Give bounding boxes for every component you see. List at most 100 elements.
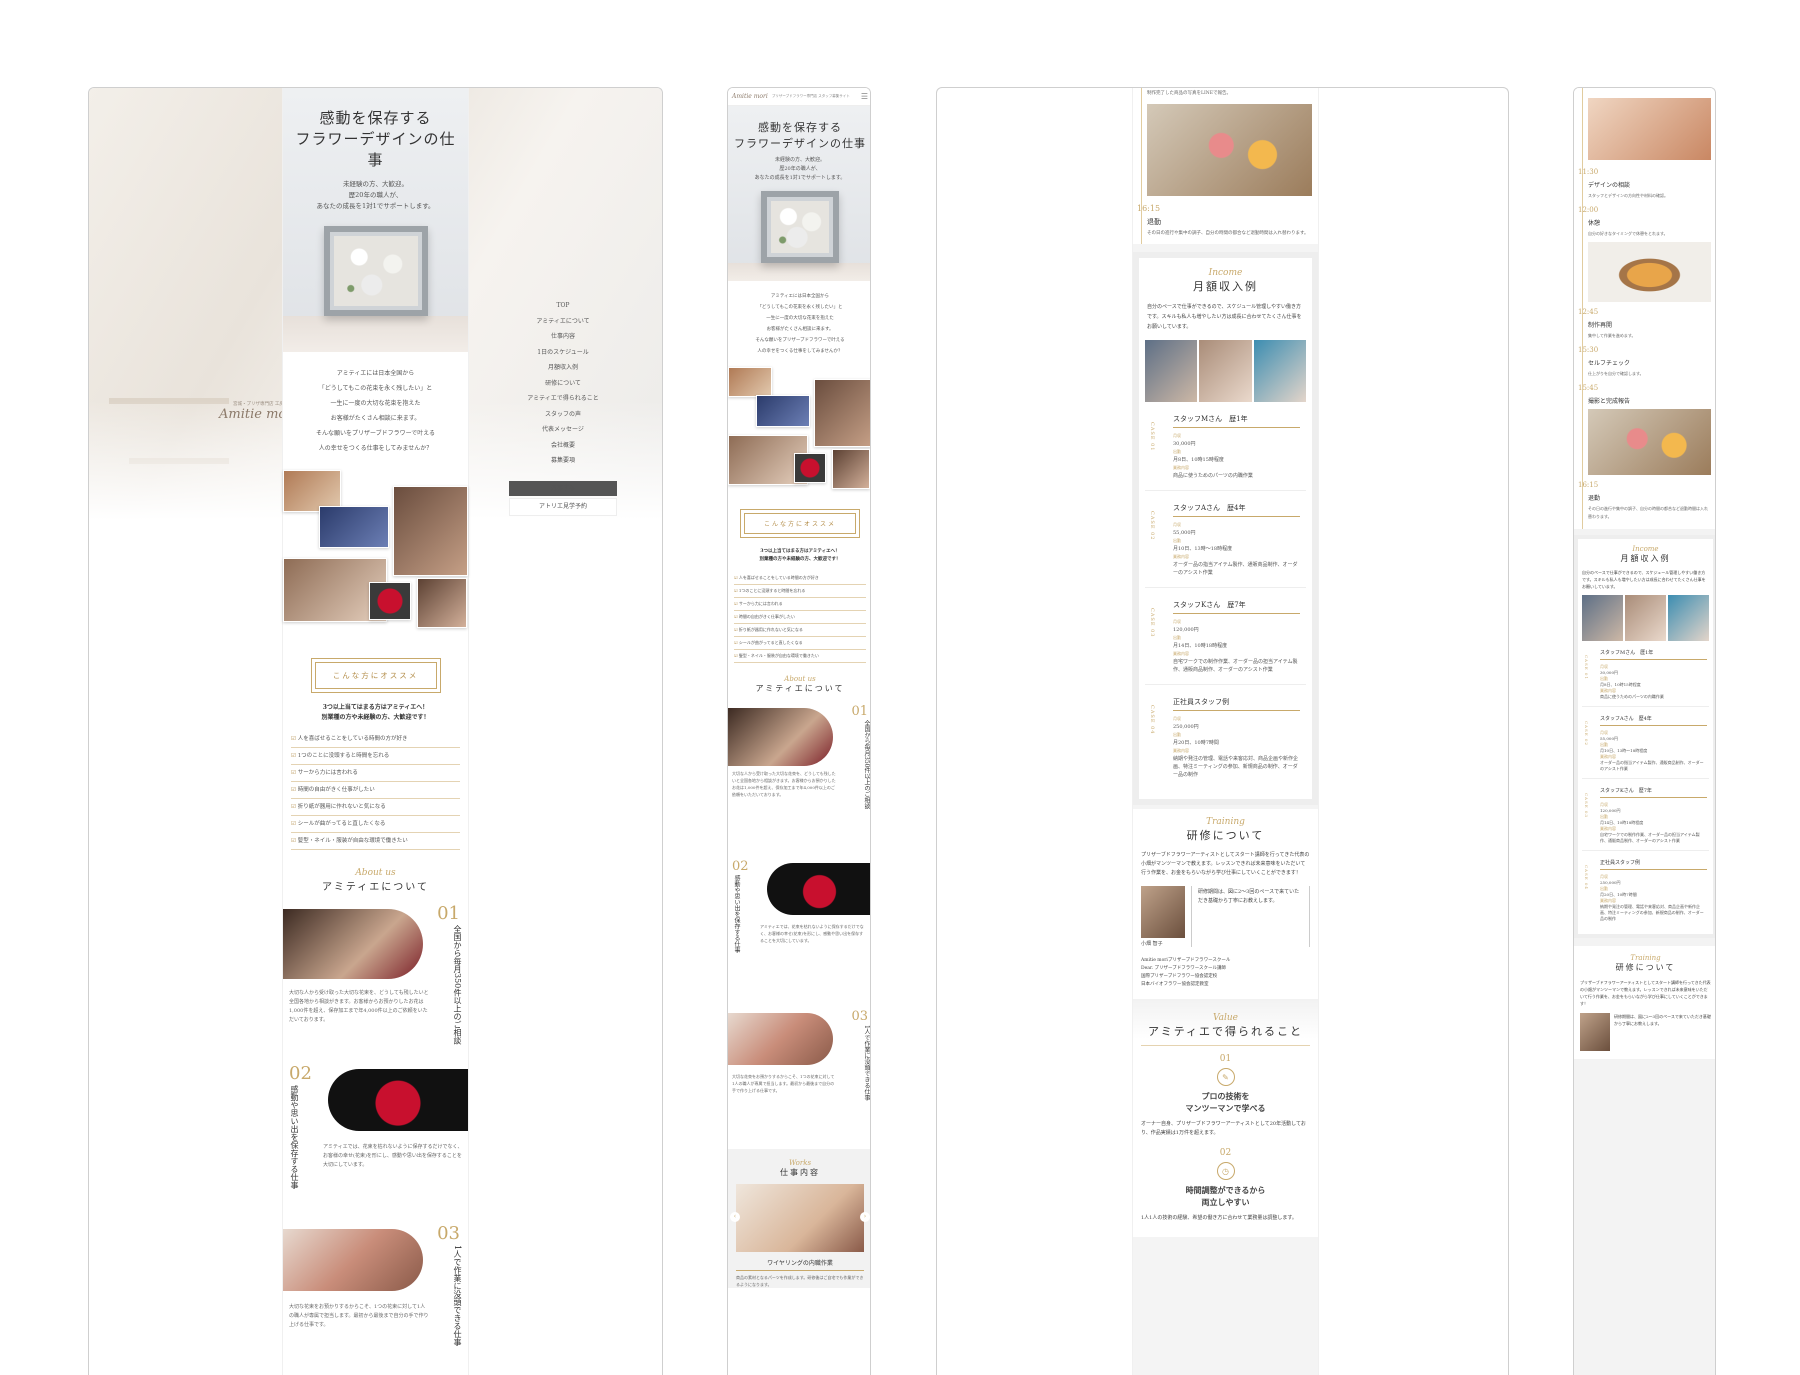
income-case: CASE 02 スタッフAさん 歴4年 月収 55,000円 出勤 月10日、13時… xyxy=(1582,707,1709,779)
schedule-photo xyxy=(1588,409,1711,475)
income-case: CASE 03 スタッフKさん 歴7年 月収 120,000円 出勤 月14日、10… xyxy=(1145,588,1306,685)
nav-item-company[interactable]: 会社概要 xyxy=(509,438,617,454)
value-section: Value アミティエで得られること 01 ✎ プロの技術を マンツーマンで学べる… xyxy=(1133,999,1318,1237)
nav-item-value[interactable]: アミティエで得られること xyxy=(509,391,617,407)
checklist-item: 折り紙が器用に作れないと気になる xyxy=(291,799,460,816)
slider-next-icon[interactable]: › xyxy=(860,1212,870,1222)
collage-photo xyxy=(319,506,389,548)
collage-photo xyxy=(393,486,468,576)
training-section: Training 研修について プリザーブドフラワーアーティストとしてスタート講… xyxy=(1133,809,1318,999)
hero-subtitle: 未経験の方、大歓迎。 歴20年の職人が、 あなたの成長を1対1でサポートします。 xyxy=(316,180,435,210)
mobile-header: Amitie mori プリザーブドフラワー専門店 スタッフ募集サイト ☰ xyxy=(728,88,870,106)
hero-table-surface xyxy=(283,316,468,352)
works-item-text: 商品の素材となるパーツを作成します。研修後はご自宅でも作業ができるようになります… xyxy=(736,1275,864,1287)
checklist-item: 時間の自由がきく仕事がしたい xyxy=(291,782,460,799)
nav-item-voice[interactable]: スタッフの声 xyxy=(509,407,617,423)
slider-prev-icon[interactable]: ‹ xyxy=(730,1212,740,1222)
recommend-lead: 3つ以上当てはまる方はアミティエへ！ 別業種の方や未経験の方、大歓迎です！ xyxy=(321,704,430,721)
nav-item-recruit[interactable]: 募集要項 xyxy=(509,453,617,469)
nav-item-works[interactable]: 仕事内容 xyxy=(509,329,617,345)
training-bullets: Amitie moriプリザーブドフラワースクール Dear. プリザーブドフラワ… xyxy=(1141,958,1231,987)
hero-table-surface xyxy=(728,263,870,281)
checklist-item: 折り紙が器用に作れないと気になる xyxy=(734,624,866,637)
hero-title: 感動を保存する フラワーデザインの仕事 xyxy=(295,109,456,169)
income-case: CASE 01 スタッフMさん 歴1年 月収 30,000円 出勤 月8日、10時1… xyxy=(1582,641,1709,707)
checklist-item: 髪型・ネイル・服装が自由な環境で働きたい xyxy=(291,833,460,850)
trainer-photo xyxy=(1580,1013,1610,1051)
income-staff-photos xyxy=(1582,595,1709,641)
about-item-01: 01 全国から毎月350件以上のご相談 大切な人から受け取った大切な花束を、どう… xyxy=(283,903,468,1053)
about-photo xyxy=(728,708,833,766)
collage-photo xyxy=(832,449,870,489)
mobile-preview-frame-1: Amitie mori プリザーブドフラワー専門店 スタッフ募集サイト ☰ 感動… xyxy=(727,87,871,1375)
staff-photo xyxy=(1199,340,1252,402)
training-quote: 研修期間は、図に2〜3回のペースで来ていただき基礎から丁寧にお教えします。 xyxy=(1191,886,1310,947)
schedule-section: 11:30 デザインの相談 スタッフとデザインの方向性や材料の確認。 12:00… xyxy=(1574,88,1715,529)
staff-photo xyxy=(1145,340,1198,402)
intro-text: アミティエには日本全国から 「どうしてもこの花束を永く残したい」と 一生に一度の大切… xyxy=(315,370,436,452)
nav-item-schedule[interactable]: 1日のスケジュール xyxy=(509,345,617,361)
apply-button[interactable]: 応募する xyxy=(509,480,617,496)
schedule-section: 制作完了した商品の写真をLINEで報告。 16:15 退勤 その日の進行や集中の… xyxy=(1133,88,1318,244)
desktop-preview-frame-2: 制作完了した商品の写真をLINEで報告。 16:15 退勤 その日の進行や集中の… xyxy=(936,87,1509,1375)
income-case: CASE 02 スタッフAさん 歴4年 月収 55,000円 出勤 月10日、13時… xyxy=(1145,491,1306,588)
collage-photo xyxy=(728,367,772,397)
checklist-item: サーから力には言われる xyxy=(734,598,866,611)
training-section: Training 研修について プリザーブドフラワーアーティストとしてスタート講… xyxy=(1574,946,1715,1059)
income-case: CASE 03 スタッフKさん 歴7年 月収 120,000円 出勤 月14日、10… xyxy=(1582,779,1709,851)
hero-flower-frame-image xyxy=(761,191,839,263)
desktop-preview-frame: 宮城・プリザ専門店 工房ブランド Amitie mori TOP アミティエにつ… xyxy=(88,87,663,1375)
intro-text: アミティエには日本全国から 「どうしてもこの花束を永く残したい」と 一生に一度の大切… xyxy=(755,294,845,354)
hero-flower-frame-image xyxy=(323,226,428,316)
income-case: CASE 01 スタッフMさん 歴1年 月収 30,000円 出勤 月8日、10時1… xyxy=(1145,402,1306,491)
schedule-photo xyxy=(1588,242,1711,302)
nav-item-top[interactable]: TOP xyxy=(509,298,617,314)
desktop-content-column: 感動を保存する フラワーデザインの仕事 未経験の方、大歓迎。 歴20年の職人が、 あな… xyxy=(283,88,468,1375)
mobile-logo[interactable]: Amitie mori xyxy=(732,93,768,100)
checklist-item: シールが曲がってると直したくなる xyxy=(734,637,866,650)
about-en-heading: About us xyxy=(355,868,396,878)
about-item-02: 02 感動や思い出を保存する仕事 アミティエでは、花束を枯れないように保存するだ… xyxy=(728,859,870,999)
recommend-heading-box: こんな方にオススメ xyxy=(740,509,860,538)
nav-item-about[interactable]: アミティエについて xyxy=(509,314,617,330)
income-staff-photos xyxy=(1145,340,1306,402)
mobile-content-column: 11:30 デザインの相談 スタッフとデザインの方向性や材料の確認。 12:00… xyxy=(1574,88,1715,1375)
about-photo xyxy=(728,1013,833,1065)
income-case: CASE 04 正社員スタッフ例 月収 250,000円 出勤 月20日、10時7時… xyxy=(1149,698,1300,778)
hero-section: 感動を保存する フラワーデザインの仕事 未経験の方、大歓迎。 歴20年の職人が、 あな… xyxy=(283,88,468,352)
about-en-heading: About us xyxy=(784,675,816,683)
checklist-item: 髪型・ネイル・服装が自由な環境で働きたい xyxy=(734,650,866,663)
income-case: CASE 04 正社員スタッフ例 月収 250,000円 出勤 月20日、10時7時… xyxy=(1582,851,1709,928)
trainer-photo xyxy=(1141,886,1185,938)
income-card: Income 月額収入例 自分のペースで仕事ができるので、スケジュール管理しやす… xyxy=(1574,535,1715,938)
hero-section: 感動を保存する フラワーデザインの仕事 未経験の方、大歓迎。 歴20年の職人が、 あな… xyxy=(728,106,870,281)
income-card: Income 月額収入例 自分のペースで仕事ができるので、スケジュール管理しやす… xyxy=(1133,252,1318,805)
value-item-02: 02 ◷ 時間調整ができるから 両立しやすい 1人1人の技術の経験、希望の働き方に… xyxy=(1141,1148,1297,1221)
desktop-content-column: 制作完了した商品の写真をLINEで報告。 16:15 退勤 その日の進行や集中の… xyxy=(1133,88,1318,1375)
about-item-03: 03 1人で作業に没頭できる仕事 大切な花束をお預かりするからこそ、1つの花束に… xyxy=(728,1009,870,1149)
checklist-item: サーから力には言われる xyxy=(291,765,460,782)
nav-item-training[interactable]: 研修について xyxy=(509,376,617,392)
value-item-01: 01 ✎ プロの技術を マンツーマンで学べる オーナー自身、プリザーブドフラワーア… xyxy=(1141,1054,1306,1136)
recommend-heading-box: こんな方にオススメ xyxy=(310,658,441,693)
hamburger-menu-icon[interactable]: ☰ xyxy=(861,92,868,101)
collage-photo xyxy=(369,582,411,620)
checklist-item: 時間の自由がきく仕事がしたい xyxy=(734,611,866,624)
collage-photo xyxy=(756,395,810,427)
about-heading: アミティエについて xyxy=(755,684,845,693)
nav-item-message[interactable]: 代表メッセージ xyxy=(509,422,617,438)
works-section: Works 仕事内容 ‹ › ワイヤリングの内職作業 商品の素材となるパーツを作… xyxy=(728,1149,870,1288)
lesson-icon: ✎ xyxy=(1216,1068,1235,1086)
desktop-nav: TOP アミティエについて 仕事内容 1日のスケジュール 月額収入例 研修につい… xyxy=(509,298,617,516)
mobile-content-column: Amitie mori プリザーブドフラワー専門店 スタッフ募集サイト ☰ 感動… xyxy=(728,88,870,1375)
about-photo xyxy=(283,909,423,979)
photo-collage xyxy=(283,470,468,640)
mobile-preview-frame-2: 11:30 デザインの相談 スタッフとデザインの方向性や材料の確認。 12:00… xyxy=(1573,87,1716,1375)
about-photo xyxy=(767,863,870,915)
atelier-visit-button[interactable]: アトリエ見学予約 xyxy=(509,498,617,516)
checklist-item: 1つのことに没頭すると時間を忘れる xyxy=(291,748,460,765)
checklist-item: 人を喜ばせることをしている時間の方が好き xyxy=(734,572,866,585)
nav-item-income[interactable]: 月額収入例 xyxy=(509,360,617,376)
collage-photo xyxy=(417,578,467,628)
checklist-item: 1つのことに没頭すると時間を忘れる xyxy=(734,585,866,598)
